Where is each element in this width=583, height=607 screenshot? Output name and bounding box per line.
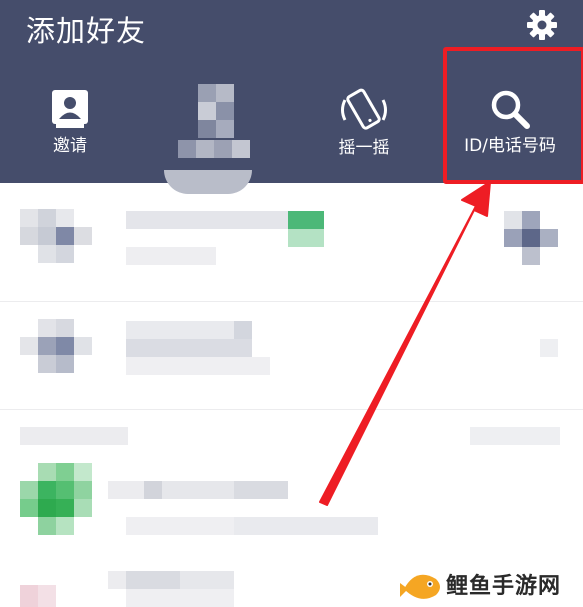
pointer-arrow — [319, 181, 491, 506]
add-friend-screen: 添加好友 邀请 摇一摇 ID/电话号码 鲤鱼手游网 — [0, 0, 583, 607]
watermark-text: 鲤鱼手游网 — [446, 574, 562, 599]
